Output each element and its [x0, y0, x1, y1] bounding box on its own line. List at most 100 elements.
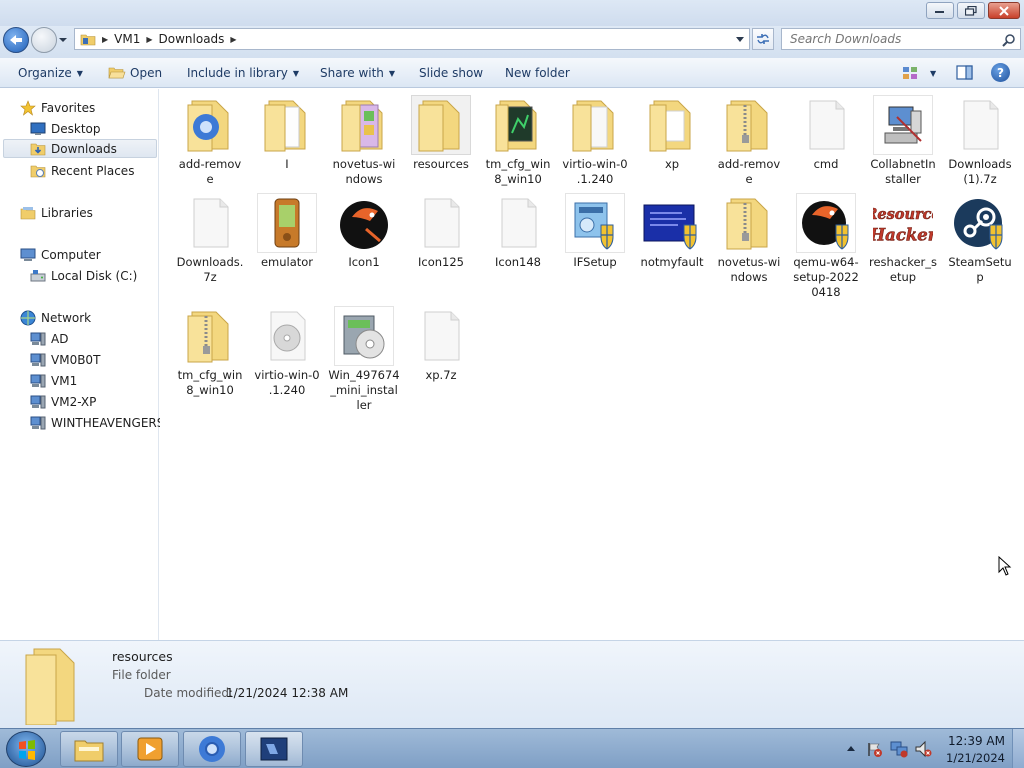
- clock-date[interactable]: 1/21/2024: [946, 751, 1005, 765]
- file-item-xp-7z[interactable]: xp.7z: [404, 306, 478, 383]
- file-item-collabnetinstaller[interactable]: CollabnetIn staller: [866, 95, 940, 187]
- refresh-button[interactable]: [752, 28, 774, 50]
- file-item-add-remove-zip[interactable]: add-remov e: [712, 95, 786, 187]
- nav-host-ad[interactable]: AD: [30, 329, 68, 348]
- file-item-icon1[interactable]: Icon1: [327, 193, 401, 270]
- nav-host-vm1[interactable]: VM1: [30, 371, 77, 390]
- nav-favorites[interactable]: Favorites: [20, 98, 95, 117]
- breadcrumb-separator-icon[interactable]: ▶: [102, 35, 108, 44]
- close-icon: [999, 5, 1009, 16]
- file-item-win-mini-installer[interactable]: Win_497674 _mini_instal ler: [327, 306, 401, 413]
- file-item-icon125[interactable]: Icon125: [404, 193, 478, 270]
- breadcrumb-separator-icon[interactable]: ▶: [146, 35, 152, 44]
- slide-show-button[interactable]: Slide show: [419, 64, 483, 82]
- search-icon[interactable]: [1002, 33, 1016, 47]
- taskbar-media-player[interactable]: [121, 731, 179, 767]
- open-button[interactable]: Open: [108, 64, 162, 82]
- nav-computer[interactable]: Computer: [20, 245, 101, 264]
- forward-button[interactable]: [31, 27, 57, 53]
- help-icon: ?: [997, 65, 1004, 80]
- view-grid-icon: [903, 67, 917, 79]
- nav-desktop[interactable]: Desktop: [30, 119, 101, 138]
- chevron-down-icon: ▼: [930, 68, 937, 78]
- restore-button[interactable]: [957, 2, 985, 19]
- address-dropdown-icon[interactable]: [735, 36, 745, 44]
- nav-libraries[interactable]: Libraries: [20, 203, 93, 222]
- file-item-notmyfault[interactable]: notmyfault: [635, 193, 709, 270]
- taskbar-chromium[interactable]: [183, 731, 241, 767]
- network-status-icon[interactable]: [890, 740, 908, 758]
- close-button[interactable]: [988, 2, 1020, 19]
- file-item-novetus-windows-zip[interactable]: novetus-wi ndows: [712, 193, 786, 285]
- nav-host-wintheavengers[interactable]: WINTHEAVENGERS: [30, 413, 164, 432]
- file-item-qemu-setup[interactable]: qemu-w64- setup-2022 0418: [789, 193, 863, 300]
- nav-host-vm0b0t[interactable]: VM0B0T: [30, 350, 100, 369]
- blank-file-icon: [193, 198, 229, 248]
- file-item-novetus-windows-folder[interactable]: novetus-wi ndows: [327, 95, 401, 187]
- file-name: Downloads. 7z: [176, 255, 244, 284]
- file-item-tm-cfg-folder[interactable]: tm_cfg_win 8_win10: [481, 95, 555, 187]
- file-item-xp-folder[interactable]: xp: [635, 95, 709, 172]
- breadcrumb-separator-icon[interactable]: ▶: [230, 35, 236, 44]
- start-button[interactable]: [6, 731, 46, 767]
- action-center-flag-icon[interactable]: [866, 741, 882, 757]
- change-view-button[interactable]: ▼: [902, 64, 942, 82]
- blank-file-icon: [501, 198, 537, 248]
- file-name: resources: [413, 157, 469, 171]
- taskbar-vmware[interactable]: [245, 731, 303, 767]
- svg-text:Hacker: Hacker: [873, 225, 933, 244]
- back-button[interactable]: [3, 27, 29, 53]
- file-item-reshacker-setup[interactable]: Resource Hacker reshacker_s etup: [866, 193, 940, 285]
- file-item-i-folder[interactable]: I: [250, 95, 324, 172]
- help-button[interactable]: ?: [991, 63, 1010, 82]
- breadcrumb-downloads[interactable]: Downloads: [159, 32, 225, 46]
- nav-favorites-label: Favorites: [41, 100, 96, 115]
- file-item-virtio-win-iso[interactable]: virtio-win-0 .1.240: [250, 306, 324, 398]
- nav-host-vm2-xp[interactable]: VM2-XP: [30, 392, 96, 411]
- volume-muted-icon[interactable]: [914, 740, 932, 758]
- file-name: add-remov e: [717, 157, 781, 186]
- show-hidden-icons-chevron-icon[interactable]: [846, 744, 856, 752]
- include-in-library-button[interactable]: Include in library ▼: [187, 64, 299, 82]
- file-item-add-remove-folder[interactable]: add-remov e: [173, 95, 247, 187]
- title-bar: [0, 0, 1024, 26]
- file-item-emulator[interactable]: emulator: [250, 193, 324, 270]
- nav-downloads[interactable]: Downloads: [3, 139, 157, 158]
- file-item-resources-folder[interactable]: resources: [404, 95, 478, 172]
- share-with-button[interactable]: Share with ▼: [320, 64, 395, 82]
- minimize-button[interactable]: [926, 2, 954, 19]
- clock-time[interactable]: 12:39 AM: [948, 734, 1005, 748]
- file-item-steamsetup[interactable]: SteamSetu p: [943, 193, 1017, 285]
- file-item-cmd[interactable]: cmd: [789, 95, 863, 172]
- address-bar[interactable]: ▶ VM1 ▶ Downloads ▶: [74, 28, 750, 50]
- nav-local-disk[interactable]: Local Disk (C:): [30, 266, 137, 285]
- breadcrumb-vm1[interactable]: VM1: [114, 32, 140, 46]
- search-box[interactable]: [781, 28, 1021, 50]
- include-label: Include in library: [187, 66, 288, 80]
- recent-pages-chevron-icon[interactable]: [58, 35, 68, 45]
- file-item-virtio-win-folder[interactable]: virtio-win-0 .1.240: [558, 95, 632, 187]
- file-item-downloads-7z[interactable]: Downloads. 7z: [173, 193, 247, 285]
- file-explorer-icon: [74, 740, 104, 762]
- file-item-ifsetup[interactable]: IFSetup: [558, 193, 632, 270]
- file-item-tm-cfg-zip[interactable]: tm_cfg_win 8_win10: [173, 306, 247, 398]
- nav-network[interactable]: Network: [20, 308, 91, 327]
- refresh-icon: [757, 34, 769, 44]
- blank-file-icon: [963, 100, 999, 150]
- nav-host-label: WINTHEAVENGERS: [51, 415, 165, 430]
- file-item-icon148[interactable]: Icon148: [481, 193, 555, 270]
- show-desktop-button[interactable]: [1012, 729, 1024, 768]
- new-folder-button[interactable]: New folder: [505, 64, 570, 82]
- open-folder-icon: [108, 67, 126, 79]
- share-label: Share with: [320, 66, 384, 80]
- file-item-downloads-1-7z[interactable]: Downloads (1).7z: [943, 95, 1017, 187]
- organize-button[interactable]: Organize ▼: [18, 64, 83, 82]
- folder-icon: [649, 100, 691, 152]
- taskbar-explorer[interactable]: [60, 731, 118, 767]
- preview-pane-icon[interactable]: [956, 64, 974, 82]
- file-name: xp: [664, 157, 680, 171]
- search-input[interactable]: [782, 32, 992, 46]
- virtual-machine-icon: [260, 737, 288, 761]
- nav-recent-places[interactable]: Recent Places: [30, 161, 134, 180]
- file-name: virtio-win-0 .1.240: [562, 157, 628, 186]
